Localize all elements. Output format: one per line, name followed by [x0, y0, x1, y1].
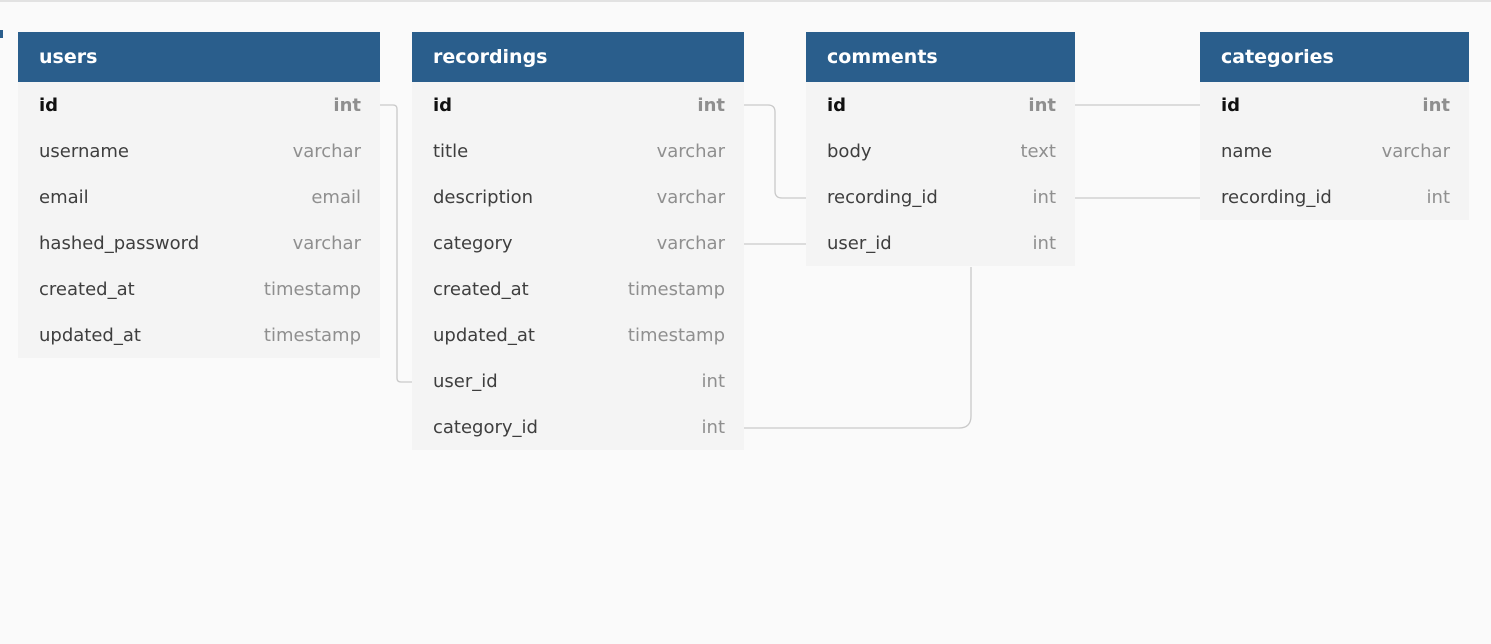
field-type: timestamp — [263, 278, 361, 300]
table-comments[interactable]: comments id int body text recording_id i… — [806, 32, 1075, 266]
field-type: varchar — [656, 140, 725, 162]
field-row[interactable]: created_at timestamp — [412, 266, 744, 312]
field-type: int — [333, 94, 361, 116]
field-name: id — [433, 94, 453, 116]
field-name: body — [827, 140, 872, 162]
field-row[interactable]: id int — [18, 82, 380, 128]
field-type: varchar — [292, 140, 361, 162]
field-type: int — [1426, 186, 1450, 208]
canvas-edge-marker — [0, 30, 3, 38]
field-name: description — [433, 186, 534, 208]
table-header[interactable]: categories — [1200, 32, 1469, 82]
field-row[interactable]: updated_at timestamp — [18, 312, 380, 358]
field-type: varchar — [656, 232, 725, 254]
field-type: int — [701, 416, 725, 438]
field-type: varchar — [656, 186, 725, 208]
field-row[interactable]: updated_at timestamp — [412, 312, 744, 358]
field-row[interactable]: body text — [806, 128, 1075, 174]
field-name: recording_id — [827, 186, 938, 208]
field-row[interactable]: name varchar — [1200, 128, 1469, 174]
field-row[interactable]: id int — [1200, 82, 1469, 128]
field-type: varchar — [292, 232, 361, 254]
field-name: category_id — [433, 416, 538, 438]
field-row[interactable]: recording_id int — [1200, 174, 1469, 220]
table-header[interactable]: recordings — [412, 32, 744, 82]
field-name: id — [1221, 94, 1241, 116]
connector-users-id-recordings-user-id — [380, 104, 412, 383]
field-type: int — [1032, 186, 1056, 208]
field-row[interactable]: recording_id int — [806, 174, 1075, 220]
field-row[interactable]: title varchar — [412, 128, 744, 174]
field-name: name — [1221, 140, 1273, 162]
canvas-top-border — [0, 0, 1491, 2]
field-type: timestamp — [627, 324, 725, 346]
field-row[interactable]: email email — [18, 174, 380, 220]
field-row[interactable]: id int — [412, 82, 744, 128]
table-users[interactable]: users id int username varchar email emai… — [18, 32, 380, 358]
field-name: id — [39, 94, 59, 116]
field-type: text — [1020, 140, 1056, 162]
field-type: int — [1032, 232, 1056, 254]
field-type: email — [311, 186, 361, 208]
field-name: created_at — [433, 278, 529, 300]
field-name: username — [39, 140, 129, 162]
connector-comments-user-id-recordings-category-id — [744, 267, 972, 429]
field-row[interactable]: category varchar — [412, 220, 744, 266]
field-row[interactable]: description varchar — [412, 174, 744, 220]
field-row[interactable]: category_id int — [412, 404, 744, 450]
field-name: updated_at — [39, 324, 141, 346]
table-header[interactable]: users — [18, 32, 380, 82]
field-row[interactable]: hashed_password varchar — [18, 220, 380, 266]
field-row[interactable]: id int — [806, 82, 1075, 128]
table-categories[interactable]: categories id int name varchar recording… — [1200, 32, 1469, 220]
field-name: user_id — [827, 232, 892, 254]
field-name: email — [39, 186, 89, 208]
field-row[interactable]: created_at timestamp — [18, 266, 380, 312]
field-type: int — [1422, 94, 1450, 116]
field-name: title — [433, 140, 469, 162]
field-row[interactable]: user_id int — [806, 220, 1075, 266]
field-type: timestamp — [263, 324, 361, 346]
field-row[interactable]: username varchar — [18, 128, 380, 174]
field-type: int — [697, 94, 725, 116]
table-recordings[interactable]: recordings id int title varchar descript… — [412, 32, 744, 450]
connector-recordings-id-comments-recording-id — [744, 104, 806, 199]
field-type: timestamp — [627, 278, 725, 300]
field-type: int — [1028, 94, 1056, 116]
field-name: created_at — [39, 278, 135, 300]
field-name: category — [433, 232, 513, 254]
field-type: int — [701, 370, 725, 392]
field-name: id — [827, 94, 847, 116]
field-name: hashed_password — [39, 232, 200, 254]
field-name: updated_at — [433, 324, 535, 346]
field-type: varchar — [1381, 140, 1450, 162]
field-name: user_id — [433, 370, 498, 392]
table-header[interactable]: comments — [806, 32, 1075, 82]
field-row[interactable]: user_id int — [412, 358, 744, 404]
field-name: recording_id — [1221, 186, 1332, 208]
